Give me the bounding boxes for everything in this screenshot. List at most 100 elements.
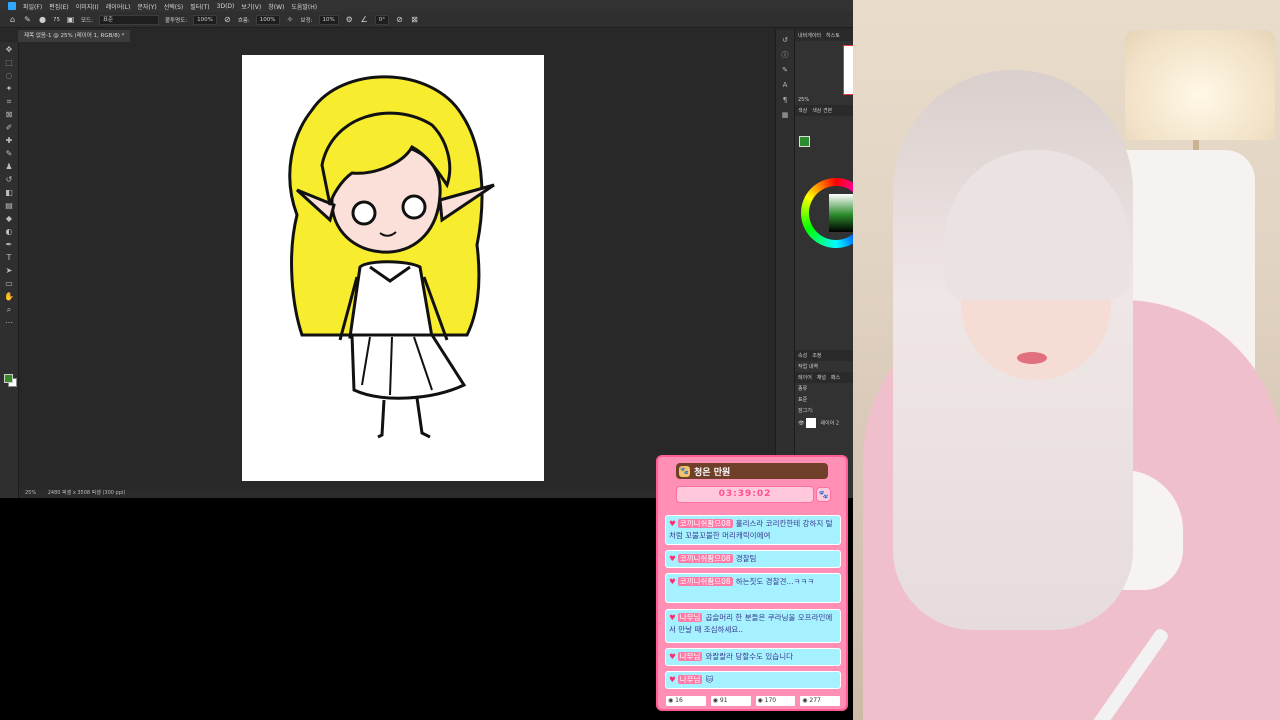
brush-tool-icon[interactable]: ✎ bbox=[4, 149, 14, 159]
opacity-field[interactable]: 100% bbox=[193, 14, 217, 25]
options-bar: ⌂ ✎ ● 75 ▣ 모드: 표준 불투명도: 100% ⊘ 흐름: 100% … bbox=[0, 12, 853, 28]
flow-field[interactable]: 100% bbox=[255, 14, 280, 25]
chat-username[interactable]: 나무님 bbox=[677, 675, 703, 684]
panel-info-icon[interactable]: ⓘ bbox=[781, 51, 790, 60]
tab-layers[interactable]: 레이어 bbox=[798, 374, 812, 381]
stamp-tool-icon[interactable]: ♟ bbox=[4, 162, 14, 172]
chat-text: 하는짓도 경찰견...ㅋㅋㅋ bbox=[735, 577, 815, 586]
panel-para-icon[interactable]: ¶ bbox=[781, 96, 790, 105]
menu-filter[interactable]: 필터(T) bbox=[190, 2, 209, 11]
brush-tool-icon[interactable]: ✎ bbox=[23, 15, 32, 24]
lock-label: 잠그기: bbox=[798, 408, 814, 414]
right-eye bbox=[401, 194, 427, 220]
menu-file[interactable]: 파일(F) bbox=[23, 2, 42, 11]
panel-swatch-icon[interactable]: ▦ bbox=[781, 111, 790, 120]
stream-timer: 03:39:02 bbox=[676, 486, 814, 503]
layer-row[interactable]: 👁 레이어 2 bbox=[795, 416, 853, 430]
layer-kind-filter[interactable]: 종류 bbox=[795, 383, 853, 394]
smoothing-label: 보정: bbox=[300, 17, 313, 24]
chat-username[interactable]: 나무님 bbox=[677, 652, 703, 661]
shape-tool-icon[interactable]: ▭ bbox=[4, 279, 14, 289]
menu-window[interactable]: 창(W) bbox=[268, 2, 284, 11]
hand-tool-icon[interactable]: ✋ bbox=[4, 292, 14, 302]
smoothing-field[interactable]: 10% bbox=[318, 14, 339, 25]
menu-image[interactable]: 이미지(I) bbox=[76, 2, 99, 11]
left-eye bbox=[351, 200, 377, 226]
marquee-tool-icon[interactable]: ⬚ bbox=[4, 58, 14, 68]
gear-icon[interactable]: ⚙ bbox=[345, 15, 354, 24]
tab-paths[interactable]: 패스 bbox=[831, 374, 840, 381]
chat-username[interactable]: 코끼니쉬퐘므08 bbox=[677, 554, 733, 563]
eraser-tool-icon[interactable]: ◧ bbox=[4, 188, 14, 198]
tab-adjustments[interactable]: 조정 bbox=[812, 352, 821, 359]
navigator-zoom[interactable]: 25% bbox=[795, 95, 853, 105]
zoom-tool-icon[interactable]: ⌕ bbox=[4, 305, 14, 315]
heart-icon: ♥ bbox=[669, 613, 676, 622]
mode-select[interactable]: 표준 bbox=[98, 14, 159, 25]
tab-channels[interactable]: 채널 bbox=[817, 374, 826, 381]
menu-view[interactable]: 보기(V) bbox=[241, 2, 261, 11]
brush-preset-icon[interactable]: ● bbox=[38, 15, 47, 24]
symmetry-icon[interactable]: ⊠ bbox=[410, 15, 419, 24]
dodge-tool-icon[interactable]: ◐ bbox=[4, 227, 14, 237]
foreground-color-swatch[interactable] bbox=[4, 374, 13, 383]
blur-tool-icon[interactable]: ◆ bbox=[4, 214, 14, 224]
heart-icon: ♥ bbox=[669, 675, 676, 684]
menu-layer[interactable]: 레이어(L) bbox=[106, 2, 131, 11]
crop-tool-icon[interactable]: ⌗ bbox=[4, 97, 14, 107]
tab-navigator[interactable]: 내비게이터 bbox=[798, 32, 821, 39]
color-saturation-square[interactable] bbox=[829, 194, 853, 232]
healing-tool-icon[interactable]: ✚ bbox=[4, 136, 14, 146]
brush-size-label: 75 bbox=[53, 16, 60, 23]
layer-name[interactable]: 레이어 2 bbox=[821, 421, 840, 427]
tab-properties[interactable]: 속성 bbox=[798, 352, 807, 359]
angle-field[interactable]: 0° bbox=[374, 14, 389, 25]
heart-icon: ♥ bbox=[669, 554, 676, 563]
status-zoom[interactable]: 25% bbox=[25, 490, 36, 496]
menu-help[interactable]: 도움말(H) bbox=[291, 2, 317, 11]
menu-3d[interactable]: 3D(D) bbox=[217, 3, 235, 10]
status-doc-info: 2480 픽셀 x 3508 픽셀 (300 ppi) bbox=[47, 490, 126, 496]
mode-label: 모드: bbox=[81, 17, 93, 24]
shirt bbox=[348, 260, 434, 339]
flow-label: 흐름: bbox=[237, 17, 250, 24]
menu-edit[interactable]: 편집(E) bbox=[49, 2, 69, 11]
gradient-tool-icon[interactable]: ▤ bbox=[4, 201, 14, 211]
eye-icon[interactable]: 👁 bbox=[798, 421, 804, 427]
panel-brush-icon[interactable]: ✎ bbox=[781, 66, 790, 75]
menu-select[interactable]: 선택(S) bbox=[164, 2, 184, 11]
chat-username[interactable]: 코끼니쉬퐘므08 bbox=[677, 577, 733, 586]
tab-history[interactable]: 히스토 bbox=[826, 32, 840, 39]
magic-wand-tool-icon[interactable]: ✦ bbox=[4, 84, 14, 94]
history-brush-tool-icon[interactable]: ↺ bbox=[4, 175, 14, 185]
home-icon[interactable]: ⌂ bbox=[8, 15, 17, 24]
document-canvas[interactable] bbox=[242, 55, 544, 481]
pressure-size-icon[interactable]: ⊘ bbox=[395, 15, 404, 24]
pressure-opacity-icon[interactable]: ⊘ bbox=[223, 15, 232, 24]
more-tools-icon[interactable]: ⋯ bbox=[4, 318, 14, 328]
document-tabs: 제목 없음-1 @ 25% (레이어 1, RGB/8) * bbox=[18, 29, 131, 42]
panel-history-icon[interactable]: ↺ bbox=[781, 36, 790, 45]
lasso-tool-icon[interactable]: ◌ bbox=[4, 71, 14, 81]
chat-header: 🐾 청은 만원 bbox=[676, 463, 828, 479]
right-panels: 내비게이터 히스토 25% 색상 색상 견본 속성 조정 작업 내역 레이어 채… bbox=[794, 30, 853, 498]
type-tool-icon[interactable]: T bbox=[4, 253, 14, 263]
airbrush-icon[interactable]: ✧ bbox=[286, 15, 295, 24]
chat-username[interactable]: 나무님 bbox=[677, 613, 703, 622]
document-tab[interactable]: 제목 없음-1 @ 25% (레이어 1, RGB/8) * bbox=[18, 30, 131, 42]
pen-tool-icon[interactable]: ✒ bbox=[4, 240, 14, 250]
brush-settings-icon[interactable]: ▣ bbox=[66, 15, 75, 24]
frame-tool-icon[interactable]: ⊠ bbox=[4, 110, 14, 120]
eyedropper-tool-icon[interactable]: ✐ bbox=[4, 123, 14, 133]
blend-mode-select[interactable]: 표준 bbox=[795, 394, 853, 405]
panel-char-icon[interactable]: A bbox=[781, 81, 790, 90]
move-tool-icon[interactable]: ✥ bbox=[4, 45, 14, 55]
tab-swatches[interactable]: 색상 견본 bbox=[812, 107, 832, 114]
tab-color[interactable]: 색상 bbox=[798, 107, 807, 114]
navigator-thumbnail[interactable] bbox=[843, 45, 853, 95]
menu-type[interactable]: 문자(Y) bbox=[137, 2, 156, 11]
color-panel-swatch[interactable] bbox=[799, 136, 810, 147]
chat-username[interactable]: 코끼니쉬퐘므08 bbox=[677, 519, 733, 528]
paw-button-icon[interactable]: 🐾 bbox=[816, 487, 831, 502]
path-select-tool-icon[interactable]: ➤ bbox=[4, 266, 14, 276]
